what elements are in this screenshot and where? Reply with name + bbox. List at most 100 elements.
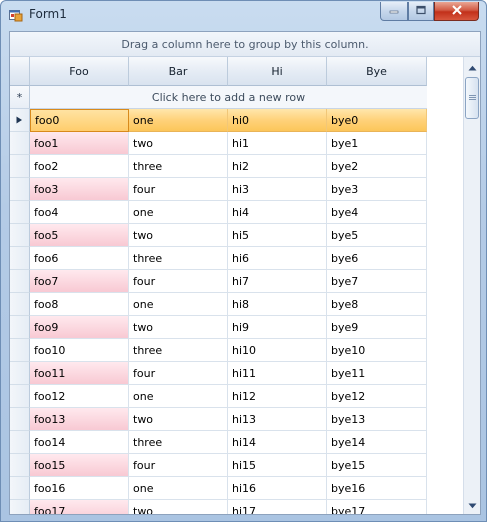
column-header-foo[interactable]: Foo <box>30 57 129 86</box>
scroll-down-button[interactable] <box>464 497 480 513</box>
cell-bye[interactable]: bye11 <box>327 362 427 385</box>
cell-hi[interactable]: hi9 <box>228 316 327 339</box>
scroll-thumb[interactable] <box>465 77 479 119</box>
cell-foo[interactable]: foo1 <box>30 132 129 155</box>
cell-foo[interactable]: foo16 <box>30 477 129 500</box>
cell-foo[interactable]: foo5 <box>30 224 129 247</box>
cell-bye[interactable]: bye6 <box>327 247 427 270</box>
cell-foo[interactable]: foo8 <box>30 293 129 316</box>
table-row[interactable]: foo5 two hi5 bye5 <box>10 224 427 247</box>
title-bar[interactable]: Form1 <box>1 1 486 30</box>
cell-foo[interactable]: foo13 <box>30 408 129 431</box>
cell-bar[interactable]: four <box>129 270 228 293</box>
cell-foo[interactable]: foo17 <box>30 500 129 514</box>
row-indicator[interactable] <box>10 270 30 293</box>
cell-bye[interactable]: bye8 <box>327 293 427 316</box>
cell-bye[interactable]: bye4 <box>327 201 427 224</box>
cell-bar[interactable]: four <box>129 454 228 477</box>
row-indicator[interactable] <box>10 109 30 132</box>
cell-hi[interactable]: hi17 <box>228 500 327 514</box>
table-row[interactable]: foo9 two hi9 bye9 <box>10 316 427 339</box>
cell-foo[interactable]: foo4 <box>30 201 129 224</box>
cell-hi[interactable]: hi7 <box>228 270 327 293</box>
row-indicator[interactable] <box>10 385 30 408</box>
row-indicator[interactable] <box>10 408 30 431</box>
cell-hi[interactable]: hi13 <box>228 408 327 431</box>
cell-foo[interactable]: foo12 <box>30 385 129 408</box>
cell-foo[interactable]: foo7 <box>30 270 129 293</box>
cell-foo[interactable]: foo9 <box>30 316 129 339</box>
cell-bar[interactable]: two <box>129 500 228 514</box>
group-by-panel[interactable]: Drag a column here to group by this colu… <box>10 32 480 57</box>
row-indicator[interactable] <box>10 178 30 201</box>
cell-bar[interactable]: four <box>129 178 228 201</box>
table-row[interactable]: foo0 one hi0 bye0 <box>10 109 427 132</box>
cell-bye[interactable]: bye5 <box>327 224 427 247</box>
table-row[interactable]: foo4 one hi4 bye4 <box>10 201 427 224</box>
cell-bar[interactable]: one <box>129 293 228 316</box>
row-indicator[interactable] <box>10 224 30 247</box>
cell-hi[interactable]: hi8 <box>228 293 327 316</box>
row-indicator[interactable] <box>10 339 30 362</box>
maximize-button[interactable] <box>408 2 434 21</box>
vertical-scrollbar[interactable] <box>463 57 480 514</box>
cell-bye[interactable]: bye3 <box>327 178 427 201</box>
cell-foo[interactable]: foo2 <box>30 155 129 178</box>
cell-hi[interactable]: hi14 <box>228 431 327 454</box>
cell-hi[interactable]: hi6 <box>228 247 327 270</box>
table-row[interactable]: foo6 three hi6 bye6 <box>10 247 427 270</box>
table-row[interactable]: foo15 four hi15 bye15 <box>10 454 427 477</box>
column-header-bar[interactable]: Bar <box>129 57 228 86</box>
cell-hi[interactable]: hi3 <box>228 178 327 201</box>
row-indicator[interactable] <box>10 201 30 224</box>
table-row[interactable]: foo3 four hi3 bye3 <box>10 178 427 201</box>
grid-control[interactable]: Drag a column here to group by this colu… <box>9 31 481 515</box>
cell-foo[interactable]: foo3 <box>30 178 129 201</box>
cell-bye[interactable]: bye13 <box>327 408 427 431</box>
scroll-up-button[interactable] <box>464 59 480 75</box>
cell-foo[interactable]: foo15 <box>30 454 129 477</box>
table-row[interactable]: foo7 four hi7 bye7 <box>10 270 427 293</box>
row-indicator[interactable] <box>10 155 30 178</box>
close-button[interactable] <box>434 2 479 21</box>
cell-bar[interactable]: one <box>129 385 228 408</box>
cell-hi[interactable]: hi15 <box>228 454 327 477</box>
cell-bye[interactable]: bye9 <box>327 316 427 339</box>
table-row[interactable]: foo2 three hi2 bye2 <box>10 155 427 178</box>
cell-bye[interactable]: bye1 <box>327 132 427 155</box>
cell-hi[interactable]: hi2 <box>228 155 327 178</box>
row-indicator[interactable] <box>10 293 30 316</box>
table-row[interactable]: foo13 two hi13 bye13 <box>10 408 427 431</box>
column-header-bye[interactable]: Bye <box>327 57 427 86</box>
row-indicator[interactable] <box>10 500 30 514</box>
new-row[interactable]: * Click here to add a new row <box>10 86 427 109</box>
cell-bye[interactable]: bye0 <box>327 109 427 132</box>
cell-hi[interactable]: hi16 <box>228 477 327 500</box>
row-indicator[interactable] <box>10 362 30 385</box>
row-indicator[interactable] <box>10 316 30 339</box>
cell-bar[interactable]: two <box>129 316 228 339</box>
cell-bar[interactable]: three <box>129 155 228 178</box>
table-row[interactable]: foo10 three hi10 bye10 <box>10 339 427 362</box>
cell-bar[interactable]: three <box>129 339 228 362</box>
table-row[interactable]: foo12 one hi12 bye12 <box>10 385 427 408</box>
cell-bar[interactable]: one <box>129 477 228 500</box>
cell-bar[interactable]: two <box>129 132 228 155</box>
table-row[interactable]: foo16 one hi16 bye16 <box>10 477 427 500</box>
row-indicator[interactable] <box>10 132 30 155</box>
cell-hi[interactable]: hi0 <box>228 109 327 132</box>
table-row[interactable]: foo8 one hi8 bye8 <box>10 293 427 316</box>
table-row[interactable]: foo14 three hi14 bye14 <box>10 431 427 454</box>
cell-bye[interactable]: bye7 <box>327 270 427 293</box>
cell-foo[interactable]: foo14 <box>30 431 129 454</box>
row-indicator[interactable] <box>10 477 30 500</box>
row-indicator[interactable] <box>10 247 30 270</box>
cell-bye[interactable]: bye12 <box>327 385 427 408</box>
cell-bye[interactable]: bye10 <box>327 339 427 362</box>
row-indicator[interactable] <box>10 431 30 454</box>
cell-bye[interactable]: bye15 <box>327 454 427 477</box>
cell-bar[interactable]: one <box>129 109 228 132</box>
cell-hi[interactable]: hi1 <box>228 132 327 155</box>
cell-foo[interactable]: foo10 <box>30 339 129 362</box>
cell-foo[interactable]: foo0 <box>30 109 129 132</box>
